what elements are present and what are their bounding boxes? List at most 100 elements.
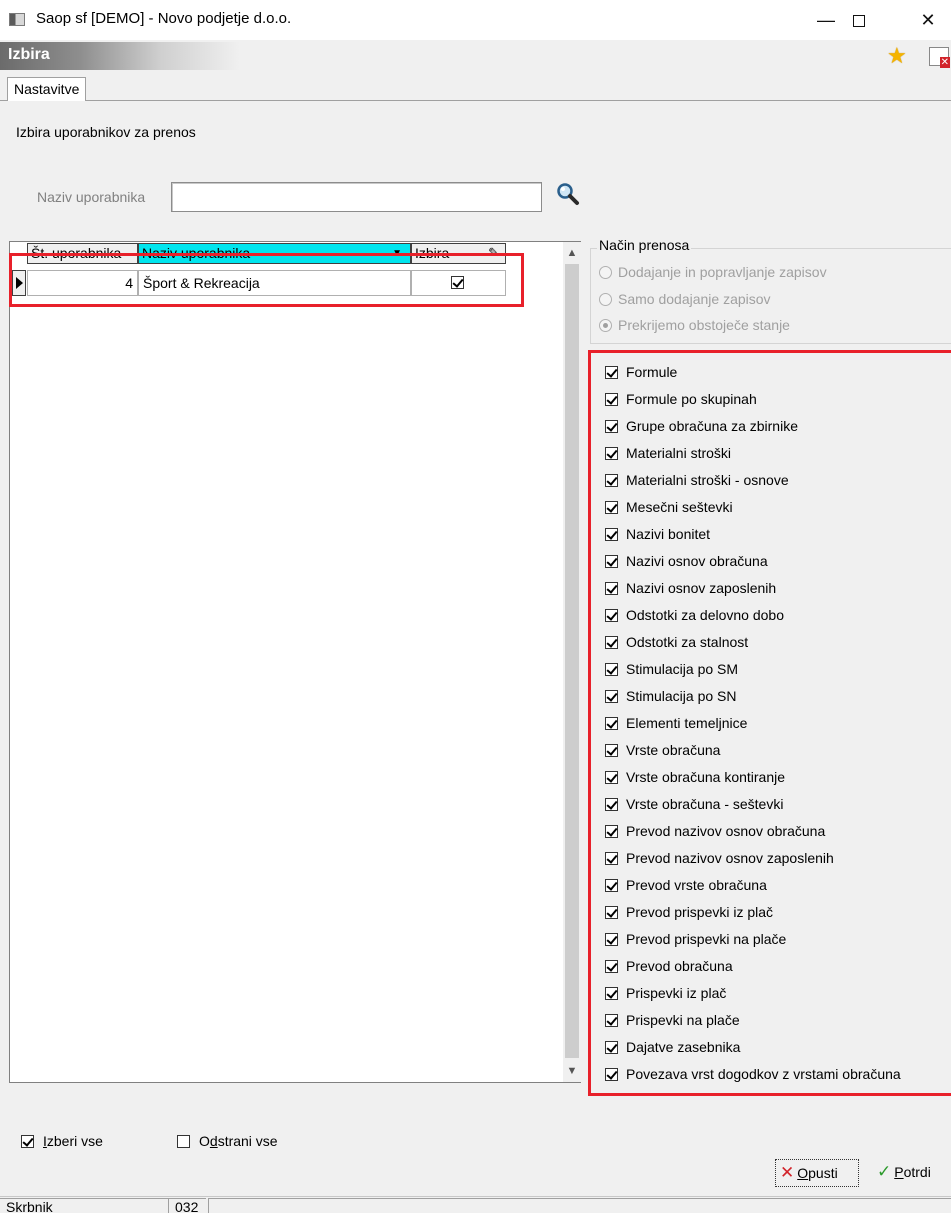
cancel-button[interactable]: ✕ Opusti	[775, 1159, 859, 1187]
scroll-down-icon[interactable]: ▼	[563, 1062, 581, 1080]
list-item[interactable]: Stimulacija po SM	[605, 659, 738, 679]
clear-all-checkbox[interactable]: Odstrani vse	[177, 1131, 278, 1151]
item-checkbox[interactable]	[605, 1041, 618, 1054]
list-item[interactable]: Grupe obračuna za zbirnike	[605, 416, 798, 436]
item-checkbox[interactable]	[605, 798, 618, 811]
item-label: Dajatve zasebnika	[626, 1039, 741, 1055]
item-label: Stimulacija po SN	[626, 688, 737, 704]
list-item[interactable]: Prevod prispevki iz plač	[605, 902, 773, 922]
item-label: Prispevki iz plač	[626, 985, 727, 1001]
tab-strip-divider	[0, 100, 951, 101]
radio-add-and-update[interactable]: Dodajanje in popravljanje zapisov	[599, 262, 827, 282]
list-item[interactable]: Stimulacija po SN	[605, 686, 737, 706]
item-checkbox[interactable]	[605, 555, 618, 568]
radio-icon[interactable]	[599, 293, 612, 306]
item-checkbox[interactable]	[605, 771, 618, 784]
list-item[interactable]: Prevod obračuna	[605, 956, 733, 976]
search-icon[interactable]	[555, 181, 581, 207]
scroll-up-icon[interactable]: ▲	[563, 244, 581, 262]
list-item[interactable]: Formule	[605, 362, 677, 382]
item-checkbox[interactable]	[605, 960, 618, 973]
item-checkbox[interactable]	[605, 852, 618, 865]
close-window-button[interactable]: ✕	[905, 4, 951, 36]
list-item[interactable]: Dajatve zasebnika	[605, 1037, 740, 1057]
item-checkbox[interactable]	[605, 690, 618, 703]
item-label: Formule po skupinah	[626, 391, 757, 407]
list-item[interactable]: Povezava vrst dogodkov z vrstami obračun…	[605, 1064, 901, 1084]
list-item[interactable]: Nazivi bonitet	[605, 524, 710, 544]
item-checkbox[interactable]	[605, 933, 618, 946]
list-item[interactable]: Elementi temeljnice	[605, 713, 747, 733]
item-checkbox[interactable]	[605, 1014, 618, 1027]
list-item[interactable]: Materialni stroški - osnove	[605, 470, 789, 490]
item-label: Materialni stroški	[626, 445, 732, 461]
window-titlebar: Saop sf [DEMO] - Novo podjetje d.o.o. — …	[0, 0, 951, 40]
item-checkbox[interactable]	[605, 663, 618, 676]
list-item[interactable]: Prevod vrste obračuna	[605, 875, 767, 895]
cancel-x-icon: ✕	[780, 1163, 795, 1182]
item-checkbox[interactable]	[605, 717, 618, 730]
status-code: 032	[168, 1198, 206, 1213]
select-all-box[interactable]	[21, 1135, 34, 1148]
grid-scrollbar[interactable]: ▲ ▼	[563, 242, 581, 1082]
list-item[interactable]: Prispevki iz plač	[605, 983, 726, 1003]
list-item[interactable]: Vrste obračuna - seštevki	[605, 794, 783, 814]
item-checkbox[interactable]	[605, 420, 618, 433]
scroll-thumb[interactable]	[565, 264, 579, 1058]
list-item[interactable]: Vrste obračuna	[605, 740, 720, 760]
list-item[interactable]: Odstotki za stalnost	[605, 632, 748, 652]
tab-nastavitve[interactable]: Nastavitve	[7, 77, 87, 101]
item-checkbox[interactable]	[605, 393, 618, 406]
maximize-button[interactable]	[836, 4, 882, 36]
list-item[interactable]: Prispevki na plače	[605, 1010, 740, 1030]
item-checkbox[interactable]	[605, 906, 618, 919]
status-message	[208, 1198, 951, 1213]
list-item[interactable]: Nazivi osnov obračuna	[605, 551, 768, 571]
close-form-icon[interactable]	[929, 47, 950, 68]
item-checkbox[interactable]	[605, 582, 618, 595]
confirm-button[interactable]: ✓ Potrdi	[873, 1159, 943, 1187]
item-label: Formule	[626, 364, 678, 380]
item-checkbox[interactable]	[605, 636, 618, 649]
users-grid: Št. uporabnika Naziv uporabnika ▼ Izbira…	[9, 241, 581, 1083]
item-checkbox[interactable]	[605, 366, 618, 379]
radio-icon[interactable]	[599, 319, 612, 332]
search-input[interactable]	[171, 182, 542, 212]
select-all-checkbox[interactable]: Izberi vse	[21, 1131, 103, 1151]
radio-icon[interactable]	[599, 266, 612, 279]
radio-overwrite[interactable]: Prekrijemo obstoječe stanje	[599, 315, 790, 335]
list-item[interactable]: Prevod nazivov osnov zaposlenih	[605, 848, 834, 868]
item-checkbox[interactable]	[605, 447, 618, 460]
clear-all-label: strani vse	[217, 1133, 278, 1149]
list-item[interactable]: Nazivi osnov zaposlenih	[605, 578, 776, 598]
item-checkbox[interactable]	[605, 825, 618, 838]
item-label: Materialni stroški - osnove	[626, 472, 789, 488]
favorite-star-icon[interactable]: ★	[887, 43, 907, 69]
item-checkbox[interactable]	[605, 609, 618, 622]
item-checkbox[interactable]	[605, 501, 618, 514]
highlight-box-grid-row	[9, 253, 524, 307]
radio-add-only[interactable]: Samo dodajanje zapisov	[599, 289, 771, 309]
item-label: Nazivi bonitet	[626, 526, 711, 542]
item-checkbox[interactable]	[605, 987, 618, 1000]
clear-all-box[interactable]	[177, 1135, 190, 1148]
clear-all-label-pre: O	[199, 1133, 210, 1149]
item-checkbox[interactable]	[605, 879, 618, 892]
list-item[interactable]: Prevod nazivov osnov obračuna	[605, 821, 825, 841]
item-checkbox[interactable]	[605, 528, 618, 541]
list-item[interactable]: Mesečni seštevki	[605, 497, 733, 517]
form-title: Izbira	[8, 46, 50, 63]
item-checkbox[interactable]	[605, 474, 618, 487]
list-item[interactable]: Formule po skupinah	[605, 389, 757, 409]
list-item[interactable]: Materialni stroški	[605, 443, 731, 463]
list-item[interactable]: Vrste obračuna kontiranje	[605, 767, 785, 787]
item-label: Prispevki na plače	[626, 1012, 740, 1028]
item-checkbox[interactable]	[605, 1068, 618, 1081]
item-label: Prevod prispevki iz plač	[626, 904, 774, 920]
list-item[interactable]: Odstotki za delovno dobo	[605, 605, 784, 625]
item-checkbox[interactable]	[605, 744, 618, 757]
search-label: Naziv uporabnika	[37, 189, 146, 205]
list-item[interactable]: Prevod prispevki na plače	[605, 929, 786, 949]
item-label: Prevod vrste obračuna	[626, 877, 767, 893]
item-label: Mesečni seštevki	[626, 499, 733, 515]
